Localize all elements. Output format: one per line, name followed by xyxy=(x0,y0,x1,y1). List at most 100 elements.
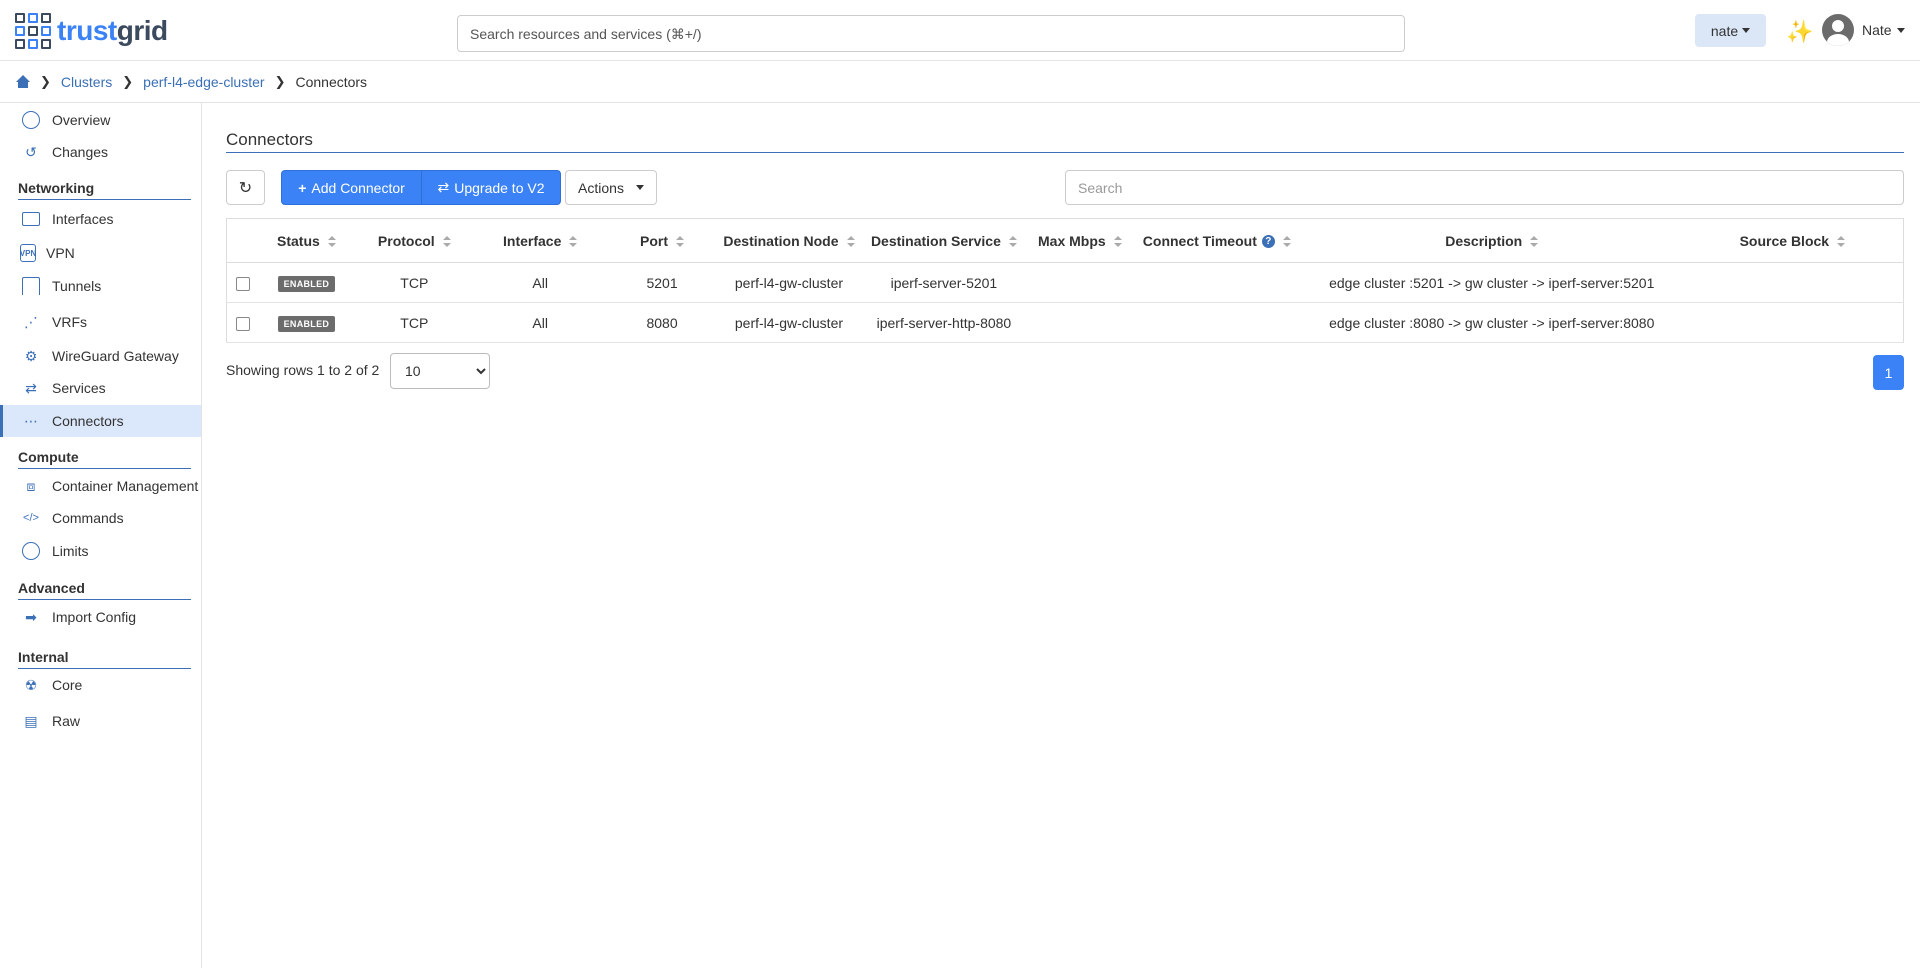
page-button-1[interactable]: 1 xyxy=(1873,355,1904,390)
sort-icon xyxy=(1113,235,1122,248)
sidebar-item-label: Core xyxy=(52,677,83,693)
table-search-input[interactable] xyxy=(1065,170,1904,205)
cell-connect-timeout xyxy=(1131,302,1302,343)
home-icon[interactable] xyxy=(16,74,30,89)
sidebar-item-label: Connectors xyxy=(52,413,124,429)
cell-port: 5201 xyxy=(606,262,718,303)
sidebar-item-container-management[interactable]: ⧈ Container Management xyxy=(0,470,201,502)
sidebar-item-label: Tunnels xyxy=(52,278,102,294)
sidebar-item-commands[interactable]: </> Commands xyxy=(0,502,201,534)
table-row[interactable]: ENABLED TCP All 8080 perf-l4-gw-cluster … xyxy=(226,302,1904,343)
sidebar-item-tunnels[interactable]: Tunnels xyxy=(0,270,201,302)
help-icon[interactable]: ? xyxy=(1261,235,1275,249)
sidebar-item-services[interactable]: ⇄ Services xyxy=(0,372,201,404)
upgrade-to-v2-button[interactable]: ⇄ Upgrade to V2 xyxy=(421,170,561,205)
global-search-input[interactable] xyxy=(457,15,1405,52)
sidebar-item-limits[interactable]: Limits xyxy=(0,535,201,567)
sidebar-item-core[interactable]: ☢ Core xyxy=(0,669,201,701)
header-connect-timeout[interactable]: Connect Timeout? xyxy=(1131,218,1302,263)
header-select xyxy=(226,218,259,263)
org-dropdown-button[interactable]: nate xyxy=(1695,14,1766,47)
breadcrumb-cluster[interactable]: perf-l4-edge-cluster xyxy=(143,74,264,90)
logo-text-part2: grid xyxy=(116,15,168,46)
history-icon: ↺ xyxy=(25,143,37,160)
status-badge: ENABLED xyxy=(277,315,336,332)
avatar[interactable] xyxy=(1822,14,1854,46)
org-label: nate xyxy=(1710,22,1739,39)
sidebar-item-vrfs[interactable]: ⋰ VRFs xyxy=(0,306,201,338)
sidebar-item-wireguard-gateway[interactable]: ⚙ WireGuard Gateway xyxy=(0,340,201,372)
cell-source-block xyxy=(1681,262,1904,303)
sidebar-item-label: Container Management xyxy=(52,478,199,494)
section-advanced: Advanced xyxy=(18,580,191,600)
sidebar-item-label: Import Config xyxy=(52,609,137,625)
refresh-icon: ↻ xyxy=(238,179,253,197)
add-connector-button[interactable]: + Add Connector xyxy=(281,170,422,205)
cell-destination-service: iperf-server-5201 xyxy=(859,262,1028,303)
trustgrid-logo[interactable]: trustgrid xyxy=(15,13,168,49)
chevron-right-icon: ❯ xyxy=(40,73,51,89)
sidebar: Overview ↺ Changes Networking Interfaces… xyxy=(0,103,202,968)
cell-destination-service: iperf-server-http-8080 xyxy=(859,302,1028,343)
cell-connect-timeout xyxy=(1131,262,1302,303)
raw-icon: ▤ xyxy=(24,712,38,729)
chevron-right-icon: ❯ xyxy=(274,73,286,89)
sidebar-item-overview[interactable]: Overview xyxy=(0,104,201,136)
caret-down-icon xyxy=(1896,27,1905,33)
refresh-button[interactable]: ↻ xyxy=(226,170,265,205)
header-destination-node[interactable]: Destination Node xyxy=(717,218,860,263)
user-menu[interactable]: Nate xyxy=(1862,22,1905,38)
route-icon: ⇄ xyxy=(25,379,37,396)
actions-dropdown-button[interactable]: Actions xyxy=(565,170,657,205)
table-header-row: Status Protocol Interface Port Destinati… xyxy=(226,218,1904,263)
dashboard-icon xyxy=(20,109,42,131)
header-source-block[interactable]: Source Block xyxy=(1681,218,1904,263)
logo-text-part1: trust xyxy=(57,15,117,46)
sidebar-item-label: Raw xyxy=(52,713,81,729)
cell-max-mbps xyxy=(1027,302,1132,343)
section-compute: Compute xyxy=(18,449,191,469)
header-description[interactable]: Description xyxy=(1301,218,1682,263)
swap-icon: ⇄ xyxy=(437,179,450,195)
sidebar-item-raw[interactable]: ▤ Raw xyxy=(0,705,201,737)
breadcrumb-clusters[interactable]: Clusters xyxy=(61,74,112,90)
sort-icon xyxy=(846,235,855,248)
top-bar: trustgrid nate ✨ Nate xyxy=(0,0,1920,61)
sidebar-item-connectors[interactable]: ⋯ Connectors xyxy=(0,405,201,437)
sidebar-item-import-config[interactable]: ➡ Import Config xyxy=(0,601,201,633)
sidebar-item-label: Interfaces xyxy=(52,211,114,227)
gear-icon: ⚙ xyxy=(24,347,38,364)
container-icon: ⧈ xyxy=(26,477,36,494)
header-max-mbps[interactable]: Max Mbps xyxy=(1027,218,1132,263)
title-divider xyxy=(226,152,1904,153)
actions-label: Actions xyxy=(578,179,624,196)
row-checkbox[interactable] xyxy=(235,276,250,291)
add-connector-label: Add Connector xyxy=(311,179,405,196)
sidebar-item-label: VRFs xyxy=(52,314,87,330)
caret-down-icon xyxy=(1742,28,1751,33)
row-checkbox[interactable] xyxy=(235,316,250,331)
page-title: Connectors xyxy=(226,130,313,149)
sidebar-item-changes[interactable]: ↺ Changes xyxy=(0,136,201,168)
sidebar-item-interfaces[interactable]: Interfaces xyxy=(0,203,201,235)
cell-source-block xyxy=(1681,302,1904,343)
sidebar-item-label: WireGuard Gateway xyxy=(52,348,179,364)
tunnel-icon xyxy=(20,275,42,297)
sidebar-item-label: VPN xyxy=(46,245,75,261)
cell-protocol: TCP xyxy=(354,302,475,343)
pagination-summary: Showing rows 1 to 2 of 2 xyxy=(226,362,380,378)
header-protocol[interactable]: Protocol xyxy=(354,218,475,263)
page-size-select[interactable]: 10 xyxy=(390,353,490,389)
table-row[interactable]: ENABLED TCP All 5201 perf-l4-gw-cluster … xyxy=(226,262,1904,303)
header-interface[interactable]: Interface xyxy=(474,218,607,263)
sparkle-icon[interactable]: ✨ xyxy=(1786,19,1813,45)
caret-down-icon xyxy=(635,185,644,190)
section-networking: Networking xyxy=(18,180,191,200)
header-destination-service[interactable]: Destination Service xyxy=(859,218,1028,263)
vpn-icon: VPN xyxy=(20,244,36,262)
header-port[interactable]: Port xyxy=(606,218,718,263)
header-status[interactable]: Status xyxy=(258,218,355,263)
sidebar-item-label: Commands xyxy=(52,510,124,526)
interfaces-icon xyxy=(20,208,42,230)
sidebar-item-vpn[interactable]: VPN VPN xyxy=(0,237,201,269)
